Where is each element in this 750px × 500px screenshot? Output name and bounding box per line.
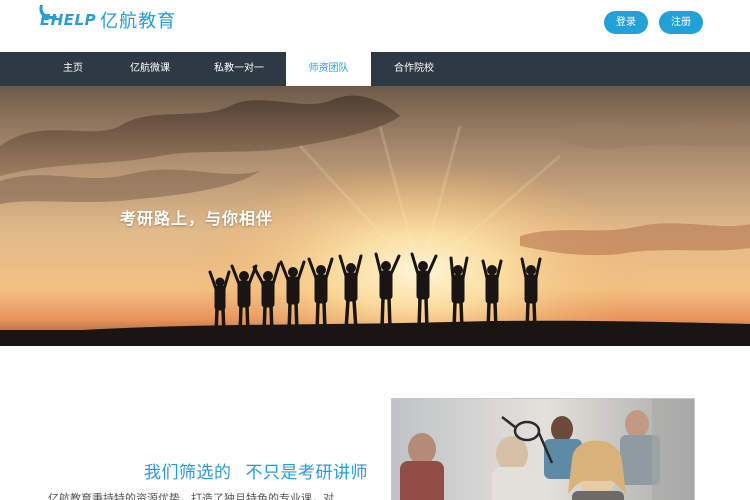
nav-item-micro-course[interactable]: 亿航微课 xyxy=(118,52,182,86)
logo-text: 亿航教育 xyxy=(100,11,177,32)
section-body-text: 亿航教育秉持特的资源优势，打造了独且特色的专业课，对 xyxy=(48,492,334,500)
section-title-part2: 不只是考研讲师 xyxy=(245,463,368,483)
register-button[interactable]: 注册 xyxy=(659,11,703,34)
hero-banner: 考研路上，与你相伴 xyxy=(0,86,750,346)
nav-item-private-tutor[interactable]: 私教一对一 xyxy=(203,52,275,86)
nav-item-home[interactable]: 主页 xyxy=(48,52,98,86)
section-title-part1: 我们筛选的 xyxy=(144,463,232,483)
nav-item-faculty[interactable]: 师资团队 xyxy=(286,52,371,86)
section-title: 我们筛选的 不只是考研讲师 xyxy=(144,458,368,483)
main-nav: 主页 亿航微课 私教一对一 师资团队 合作院校 xyxy=(0,52,750,86)
logo-mark: EHELP xyxy=(36,5,96,29)
classroom-photo-image xyxy=(392,399,694,500)
sunset-silhouette-image xyxy=(0,86,750,346)
nav-item-partner-schools[interactable]: 合作院校 xyxy=(383,52,445,86)
login-button[interactable]: 登录 xyxy=(604,11,648,34)
site-header: EHELP 亿航教育 登录 注册 xyxy=(0,0,750,52)
banner-caption: 考研路上，与你相伴 xyxy=(120,209,274,228)
logo[interactable]: EHELP 亿航教育 xyxy=(36,4,177,36)
teacher-photo xyxy=(391,398,695,500)
